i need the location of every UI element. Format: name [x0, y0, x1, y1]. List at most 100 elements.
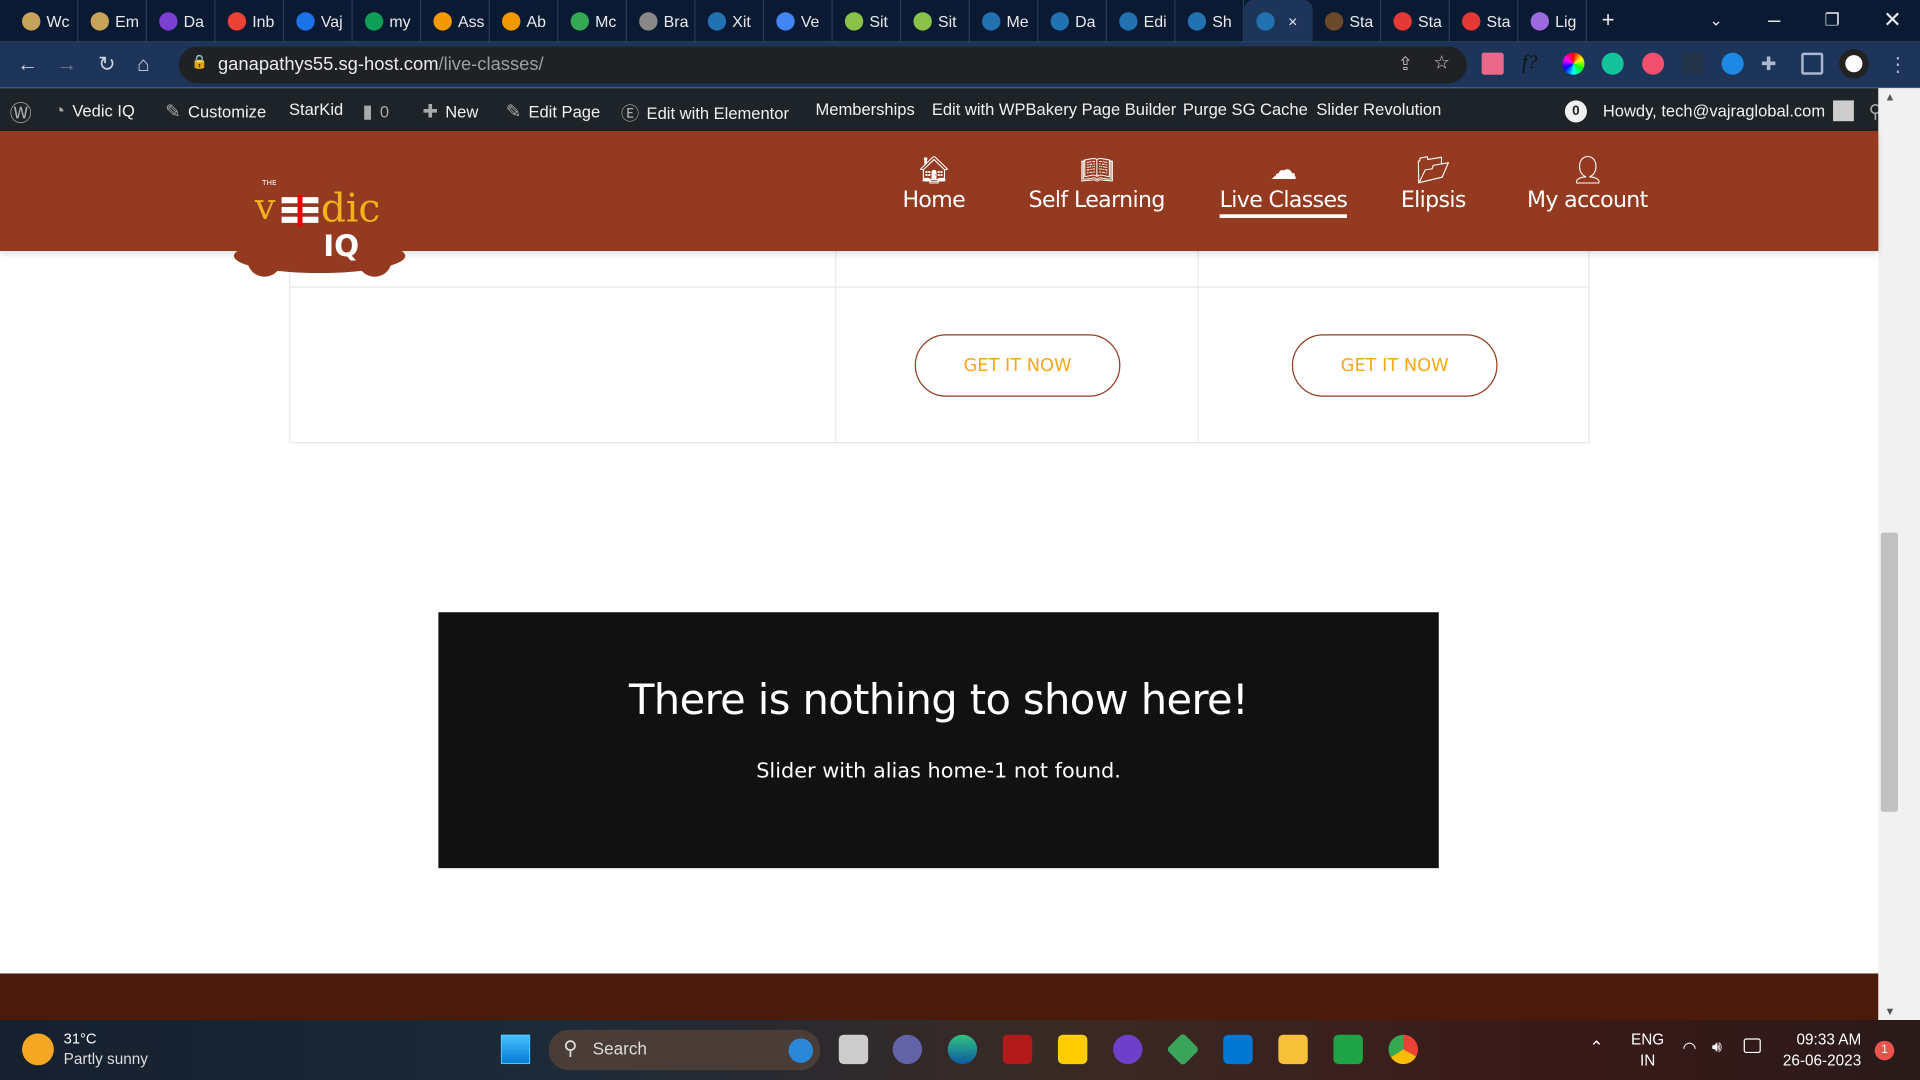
- forward-icon[interactable]: →: [56, 53, 77, 77]
- battery-icon[interactable]: [1743, 1038, 1761, 1054]
- windows-taskbar: 31°C Partly sunny ⚲ Search ⌃ ENG IN ◠ 🔊︎ …: [0, 1020, 1920, 1080]
- extensions-puzzle-icon[interactable]: ✚: [1761, 53, 1783, 75]
- url-host: ganapathys55.sg-host.com: [217, 53, 439, 75]
- browser-tab[interactable]: Sta: [1313, 0, 1382, 42]
- grammarly-icon[interactable]: [1601, 52, 1624, 75]
- windows-start-icon[interactable]: [500, 1034, 531, 1065]
- edit-elementor-link[interactable]: Ⓔ Edit with Elementor: [621, 100, 789, 126]
- nav-item-live-classes[interactable]: ☁ Live Classes: [1219, 156, 1348, 218]
- browser-tab[interactable]: Da: [1038, 0, 1107, 42]
- site-logo[interactable]: THE v dic IQ: [230, 156, 409, 278]
- purge-cache-link[interactable]: Purge SG Cache: [1183, 100, 1308, 118]
- browser-menu-icon[interactable]: ⋮: [1888, 53, 1910, 76]
- app-icon[interactable]: [1166, 1032, 1200, 1067]
- edge-icon[interactable]: [947, 1034, 978, 1065]
- browser-tab[interactable]: my: [353, 0, 422, 42]
- sticky-notes-icon[interactable]: [1057, 1034, 1088, 1065]
- browser-tab[interactable]: Lig: [1518, 0, 1587, 42]
- profile-avatar[interactable]: [1839, 48, 1869, 79]
- home-icon[interactable]: ⌂: [137, 53, 150, 77]
- tab-search-icon[interactable]: ⌄: [1709, 11, 1722, 31]
- extension-icon[interactable]: [1481, 52, 1504, 75]
- scroll-down-arrow-icon[interactable]: ▼: [1884, 1005, 1895, 1017]
- side-panel-icon[interactable]: [1801, 52, 1824, 75]
- browser-tab[interactable]: Inb: [216, 0, 285, 42]
- notification-badge[interactable]: 0: [1564, 100, 1587, 123]
- aperture-extension-icon[interactable]: [1721, 52, 1744, 75]
- browser-tab[interactable]: Bra: [627, 0, 696, 42]
- ruler-extension-icon[interactable]: [1682, 52, 1705, 75]
- address-bar[interactable]: 🔒 ganapathys55.sg-host.com/live-classes/…: [178, 46, 1467, 84]
- comments-count: 0: [379, 102, 390, 121]
- browser-tab[interactable]: Sta: [1450, 0, 1519, 42]
- extension-t-icon[interactable]: [1642, 52, 1665, 75]
- language-indicator[interactable]: ENG IN: [1631, 1030, 1664, 1072]
- vscode-icon[interactable]: [1223, 1034, 1253, 1065]
- reload-icon[interactable]: ↻: [98, 53, 115, 77]
- nav-item-elipsis[interactable]: 📂︎ Elipsis: [1401, 156, 1467, 214]
- nav-item-label: My account: [1526, 187, 1648, 214]
- new-tab-button[interactable]: +: [1602, 7, 1615, 33]
- browser-tab[interactable]: Wc: [10, 0, 79, 42]
- notification-badge[interactable]: 1: [1874, 1040, 1895, 1061]
- howdy-account-link[interactable]: Howdy, tech@vajraglobal.com: [1603, 100, 1854, 122]
- browser-tab[interactable]: Sta: [1381, 0, 1450, 42]
- scrollbar-thumb[interactable]: [1880, 532, 1898, 812]
- browser-tab[interactable]: Me: [970, 0, 1039, 42]
- browser-tab[interactable]: Xit: [696, 0, 765, 42]
- color-picker-extension-icon[interactable]: [1562, 52, 1585, 75]
- fonts-extension-icon[interactable]: f?: [1522, 53, 1544, 75]
- edit-page-link[interactable]: ✎ Edit Page: [506, 100, 600, 123]
- get-it-now-button[interactable]: GET IT NOW: [914, 334, 1121, 397]
- browser-tab-active[interactable]: ×: [1244, 0, 1313, 42]
- show-hidden-icons[interactable]: ⌃: [1589, 1037, 1603, 1058]
- teams-icon[interactable]: [892, 1034, 923, 1065]
- browser-tab[interactable]: Ve: [764, 0, 833, 42]
- taskbar-search[interactable]: ⚲ Search: [548, 1029, 821, 1071]
- browser-tab[interactable]: Mc: [558, 0, 627, 42]
- browser-tab[interactable]: Sit: [833, 0, 902, 42]
- temperature[interactable]: 31°C: [64, 1030, 97, 1047]
- browser-tab[interactable]: Sh: [1176, 0, 1245, 42]
- site-name-link[interactable]: ◔ Vedic IQ: [54, 100, 135, 121]
- weather-description[interactable]: Partly sunny: [64, 1051, 148, 1068]
- browser-tab[interactable]: Ab: [490, 0, 559, 42]
- edit-wpbakery-link[interactable]: Edit with WPBakery Page Builder: [932, 100, 1176, 118]
- filezilla-icon[interactable]: [1002, 1034, 1033, 1065]
- slider-revolution-link[interactable]: Slider Revolution: [1316, 100, 1441, 118]
- weather-icon[interactable]: [22, 1033, 54, 1066]
- wordpress-logo-icon[interactable]: Ⓦ: [10, 97, 32, 129]
- customize-link[interactable]: ✎ Customize: [165, 100, 266, 123]
- bookmark-star-icon[interactable]: ☆: [1433, 51, 1449, 74]
- file-explorer-icon[interactable]: [1278, 1034, 1308, 1065]
- browser-tab[interactable]: Ass: [421, 0, 490, 42]
- nav-item-self-learning[interactable]: 📖︎ Self Learning: [1029, 156, 1166, 214]
- volume-icon[interactable]: 🔊︎: [1712, 1037, 1722, 1057]
- browser-tab[interactable]: Da: [147, 0, 216, 42]
- share-icon[interactable]: ⇪: [1398, 53, 1413, 75]
- starkid-link[interactable]: StarKid: [289, 100, 343, 118]
- browser-tab[interactable]: Em: [78, 0, 147, 42]
- restore-button[interactable]: ❐: [1824, 10, 1839, 31]
- google-chat-icon[interactable]: [1333, 1034, 1363, 1065]
- comments-link[interactable]: ▮ 0: [362, 100, 390, 123]
- browser-tab[interactable]: Sit: [901, 0, 970, 42]
- browser-tab[interactable]: Vaj: [284, 0, 353, 42]
- nav-item-home[interactable]: 🏠︎ Home: [902, 156, 965, 214]
- close-window-button[interactable]: ✕: [1883, 7, 1901, 33]
- back-icon[interactable]: ←: [17, 53, 38, 77]
- nav-item-my-account[interactable]: 👤︎ My account: [1527, 156, 1648, 214]
- close-tab-button[interactable]: ×: [1288, 12, 1297, 30]
- memberships-link[interactable]: Memberships: [816, 100, 915, 118]
- github-desktop-icon[interactable]: [1113, 1034, 1143, 1065]
- bing-icon[interactable]: [788, 1038, 814, 1063]
- minimize-button[interactable]: –: [1768, 7, 1780, 33]
- task-view-icon[interactable]: [838, 1034, 869, 1065]
- clock[interactable]: 09:33 AM 26-06-2023: [1783, 1030, 1861, 1072]
- get-it-now-button[interactable]: GET IT NOW: [1291, 334, 1498, 397]
- browser-tab[interactable]: Edi: [1107, 0, 1176, 42]
- wifi-icon[interactable]: ◠: [1682, 1038, 1696, 1058]
- new-link[interactable]: ✚ New: [422, 100, 478, 123]
- chrome-icon[interactable]: [1388, 1034, 1418, 1065]
- scroll-up-arrow-icon[interactable]: ▲: [1884, 91, 1895, 103]
